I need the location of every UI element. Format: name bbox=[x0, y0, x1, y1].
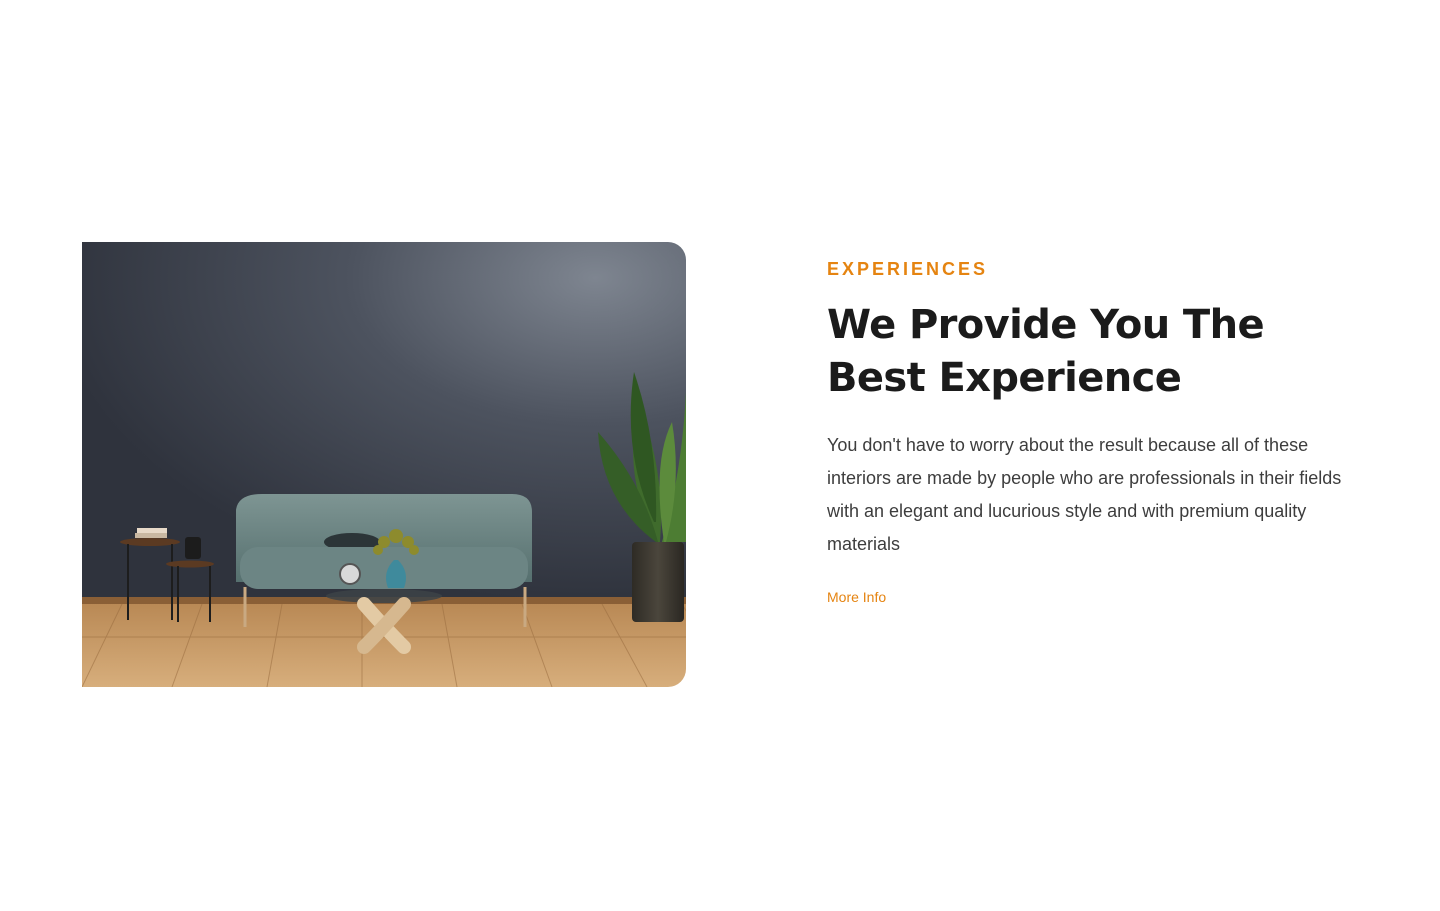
experience-section: EXPERIENCES We Provide You The Best Expe… bbox=[827, 258, 1367, 607]
interior-photo bbox=[82, 242, 686, 687]
more-info-link[interactable]: More Info bbox=[827, 589, 886, 605]
headline-line-1: We Provide You The bbox=[827, 302, 1265, 348]
section-description: You don't have to worry about the result… bbox=[827, 435, 1342, 554]
headline-line-2: Best Experience bbox=[827, 355, 1182, 401]
section-headline: We Provide You The Best Experience bbox=[827, 299, 1367, 405]
section-eyebrow: EXPERIENCES bbox=[827, 259, 989, 279]
living-room-illustration bbox=[82, 242, 686, 687]
